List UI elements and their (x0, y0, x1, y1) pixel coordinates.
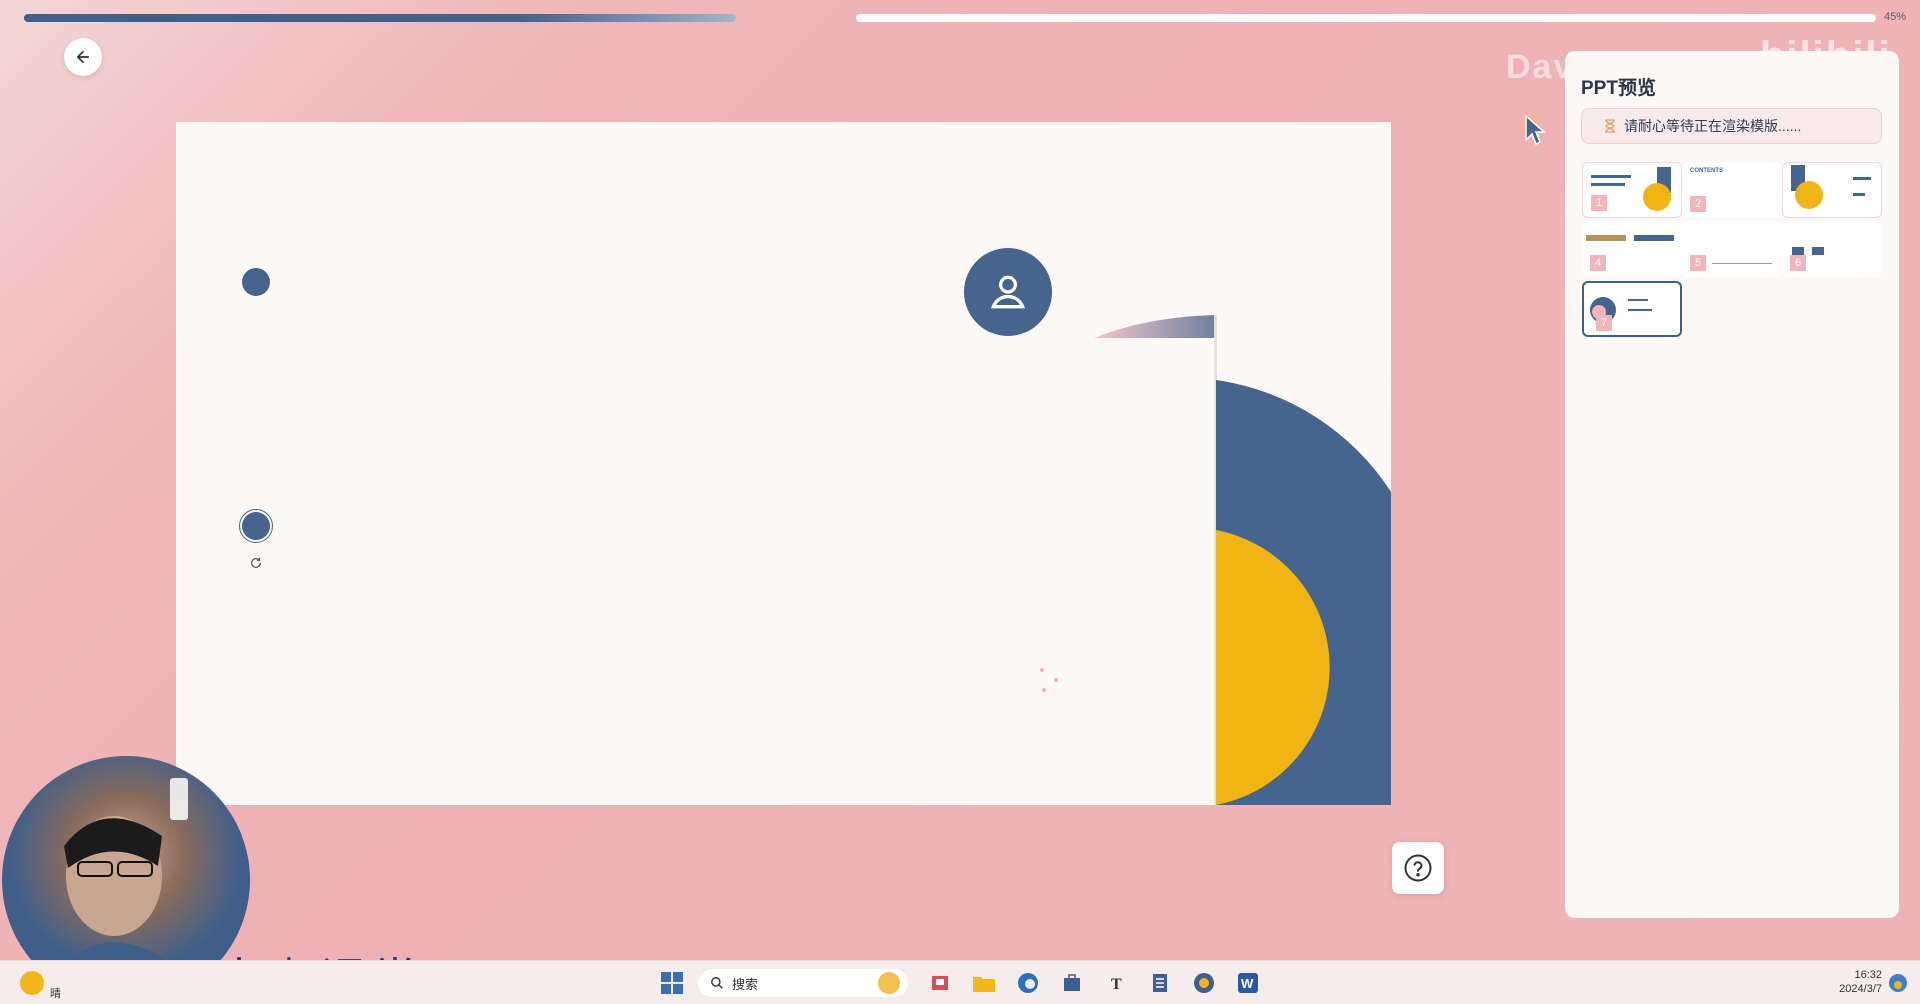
taskbar-app-icon[interactable] (926, 969, 954, 997)
rendering-notice: 请耐心等待正在渲染模版...... (1581, 108, 1882, 144)
help-button[interactable] (1392, 842, 1444, 894)
notification-icon[interactable] (1884, 969, 1912, 997)
system-clock[interactable]: 16:32 2024/3/7 (1808, 968, 1882, 996)
slide-canvas[interactable] (176, 122, 1391, 805)
back-button[interactable] (64, 38, 102, 76)
search-highlight-icon (878, 972, 900, 994)
thumbnail-heading: CONTENTS (1690, 168, 1723, 174)
arrow-left-icon (76, 50, 90, 64)
slide-thumbnail-1[interactable]: 1 (1582, 162, 1682, 218)
taskbar-search[interactable]: 搜索 (698, 969, 908, 997)
clock-date: 2024/3/7 (1839, 983, 1882, 995)
windows-start-icon[interactable] (658, 969, 686, 997)
thumbnail-number: 4 (1590, 255, 1606, 271)
recorder-icon[interactable] (1190, 969, 1218, 997)
progress-percent: 45% (1884, 11, 1907, 23)
progress-bar-track (856, 14, 1876, 22)
thumbnail-number: 2 (1690, 196, 1706, 212)
thumbnail-number: 5 (1690, 255, 1706, 271)
slide-thumbnail-5[interactable]: 5 (1682, 221, 1782, 277)
panel-title: PPT预览 (1581, 78, 1656, 99)
typora-icon[interactable]: T (1102, 969, 1130, 997)
word-icon[interactable]: W (1234, 969, 1262, 997)
search-icon (711, 977, 723, 989)
svg-text:W: W (1241, 976, 1254, 991)
slide-thumbnail-4[interactable]: 4 (1582, 221, 1682, 277)
weather-icon[interactable] (20, 971, 44, 995)
file-explorer-icon[interactable] (970, 969, 998, 997)
slide-thumbnail-3[interactable]: 3 (1782, 162, 1882, 218)
notepad-icon[interactable] (1146, 969, 1174, 997)
mouse-cursor-icon (1522, 114, 1546, 146)
slide-thumbnail-7[interactable]: 7 (1582, 281, 1682, 337)
slide-thumbnail-2[interactable]: CONTENTS 2 (1682, 162, 1782, 218)
slide-thumbnail-6[interactable]: 6 (1782, 221, 1882, 277)
hourglass-icon (1605, 119, 1615, 133)
search-label: 搜索 (732, 976, 759, 992)
svg-text:T: T (1111, 976, 1122, 993)
store-icon[interactable] (1058, 969, 1086, 997)
rendering-notice-text: 请耐心等待正在渲染模版...... (1624, 118, 1802, 134)
taskbar: 晴 搜索 T W 16:32 2024/3/7 (0, 960, 1920, 1004)
progress-bar-fill (24, 14, 736, 22)
clock-time: 16:32 (1854, 969, 1882, 981)
weather-text: 晴 (50, 988, 61, 1000)
ppt-preview-panel: PPT预览 请耐心等待正在渲染模版...... 1 CONTENTS 2 3 4 (1565, 51, 1899, 918)
slide-decoration-shapes (1040, 315, 1391, 805)
question-circle-icon (1404, 854, 1432, 882)
thumbnail-number: 6 (1790, 255, 1806, 271)
thumbnail-number: 7 (1596, 315, 1612, 331)
thumbnail-number: 1 (1591, 195, 1607, 211)
edge-browser-icon[interactable] (1014, 969, 1042, 997)
